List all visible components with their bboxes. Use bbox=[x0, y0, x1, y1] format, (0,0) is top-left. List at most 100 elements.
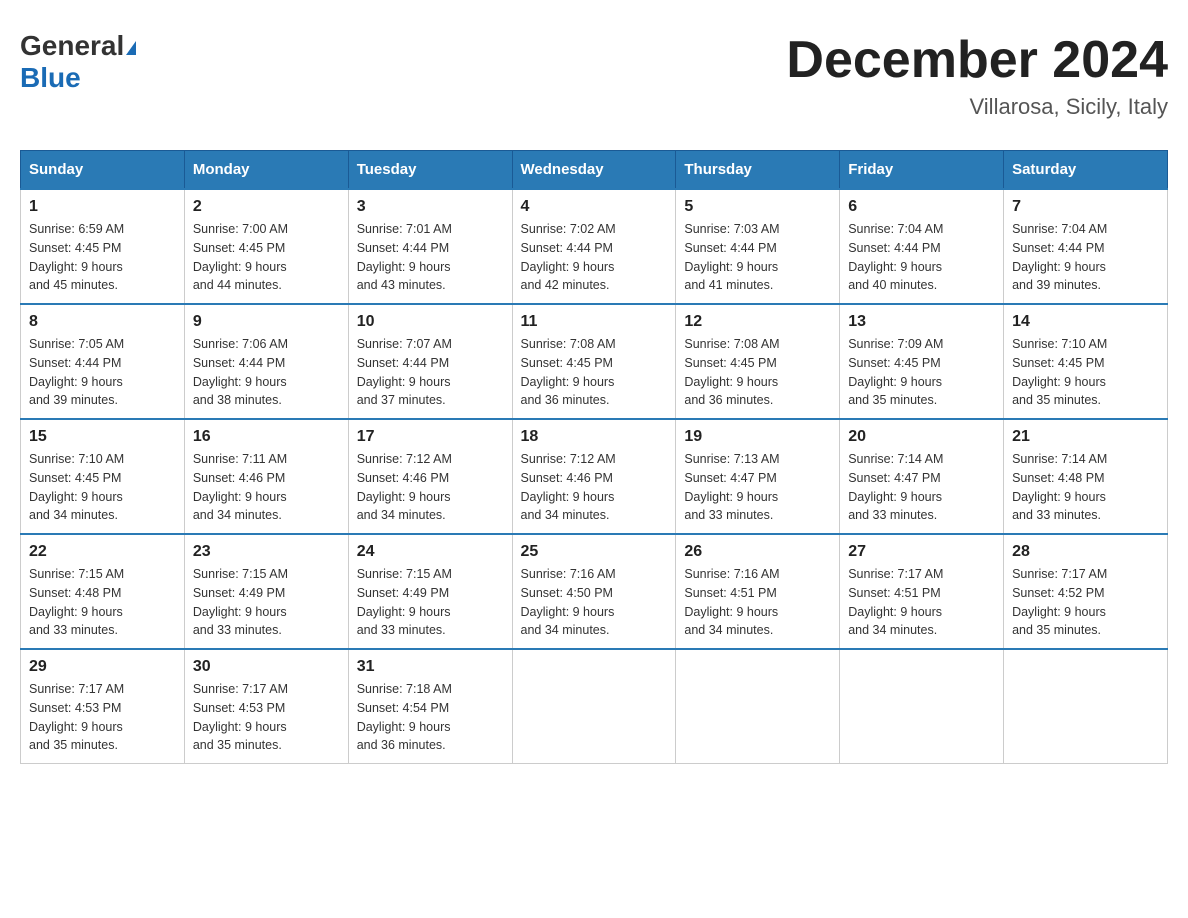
day-header-tuesday: Tuesday bbox=[348, 151, 512, 190]
day-number: 30 bbox=[193, 658, 340, 676]
calendar-cell bbox=[840, 649, 1004, 764]
calendar-cell: 19 Sunrise: 7:13 AM Sunset: 4:47 PM Dayl… bbox=[676, 419, 840, 534]
day-number: 17 bbox=[357, 428, 504, 446]
month-title: December 2024 bbox=[786, 30, 1168, 90]
day-info: Sunrise: 7:17 AM Sunset: 4:51 PM Dayligh… bbox=[848, 565, 995, 640]
day-info: Sunrise: 7:18 AM Sunset: 4:54 PM Dayligh… bbox=[357, 680, 504, 755]
day-number: 15 bbox=[29, 428, 176, 446]
day-number: 21 bbox=[1012, 428, 1159, 446]
day-info: Sunrise: 7:16 AM Sunset: 4:51 PM Dayligh… bbox=[684, 565, 831, 640]
day-info: Sunrise: 7:08 AM Sunset: 4:45 PM Dayligh… bbox=[521, 335, 668, 410]
day-number: 28 bbox=[1012, 543, 1159, 561]
calendar-table: SundayMondayTuesdayWednesdayThursdayFrid… bbox=[20, 150, 1168, 764]
day-info: Sunrise: 7:15 AM Sunset: 4:48 PM Dayligh… bbox=[29, 565, 176, 640]
day-number: 11 bbox=[521, 313, 668, 331]
day-info: Sunrise: 7:17 AM Sunset: 4:53 PM Dayligh… bbox=[29, 680, 176, 755]
day-info: Sunrise: 7:17 AM Sunset: 4:53 PM Dayligh… bbox=[193, 680, 340, 755]
calendar-cell: 3 Sunrise: 7:01 AM Sunset: 4:44 PM Dayli… bbox=[348, 189, 512, 304]
logo-general: General bbox=[20, 30, 124, 61]
day-info: Sunrise: 7:12 AM Sunset: 4:46 PM Dayligh… bbox=[357, 450, 504, 525]
calendar-week-2: 8 Sunrise: 7:05 AM Sunset: 4:44 PM Dayli… bbox=[21, 304, 1168, 419]
calendar-cell: 6 Sunrise: 7:04 AM Sunset: 4:44 PM Dayli… bbox=[840, 189, 1004, 304]
calendar-cell bbox=[676, 649, 840, 764]
logo-triangle-icon bbox=[126, 41, 136, 55]
calendar-week-1: 1 Sunrise: 6:59 AM Sunset: 4:45 PM Dayli… bbox=[21, 189, 1168, 304]
day-info: Sunrise: 7:09 AM Sunset: 4:45 PM Dayligh… bbox=[848, 335, 995, 410]
calendar-cell: 9 Sunrise: 7:06 AM Sunset: 4:44 PM Dayli… bbox=[184, 304, 348, 419]
day-number: 22 bbox=[29, 543, 176, 561]
calendar-cell: 20 Sunrise: 7:14 AM Sunset: 4:47 PM Dayl… bbox=[840, 419, 1004, 534]
calendar-cell: 22 Sunrise: 7:15 AM Sunset: 4:48 PM Dayl… bbox=[21, 534, 185, 649]
day-info: Sunrise: 7:14 AM Sunset: 4:47 PM Dayligh… bbox=[848, 450, 995, 525]
day-number: 8 bbox=[29, 313, 176, 331]
day-header-friday: Friday bbox=[840, 151, 1004, 190]
day-number: 5 bbox=[684, 198, 831, 216]
logo-blue: Blue bbox=[20, 62, 81, 93]
day-number: 25 bbox=[521, 543, 668, 561]
day-number: 14 bbox=[1012, 313, 1159, 331]
day-info: Sunrise: 7:17 AM Sunset: 4:52 PM Dayligh… bbox=[1012, 565, 1159, 640]
day-number: 29 bbox=[29, 658, 176, 676]
calendar-cell: 1 Sunrise: 6:59 AM Sunset: 4:45 PM Dayli… bbox=[21, 189, 185, 304]
title-section: December 2024 Villarosa, Sicily, Italy bbox=[786, 30, 1168, 120]
day-info: Sunrise: 7:13 AM Sunset: 4:47 PM Dayligh… bbox=[684, 450, 831, 525]
calendar-cell: 7 Sunrise: 7:04 AM Sunset: 4:44 PM Dayli… bbox=[1004, 189, 1168, 304]
calendar-week-4: 22 Sunrise: 7:15 AM Sunset: 4:48 PM Dayl… bbox=[21, 534, 1168, 649]
day-info: Sunrise: 7:12 AM Sunset: 4:46 PM Dayligh… bbox=[521, 450, 668, 525]
calendar-cell: 8 Sunrise: 7:05 AM Sunset: 4:44 PM Dayli… bbox=[21, 304, 185, 419]
calendar-cell: 31 Sunrise: 7:18 AM Sunset: 4:54 PM Dayl… bbox=[348, 649, 512, 764]
calendar-week-5: 29 Sunrise: 7:17 AM Sunset: 4:53 PM Dayl… bbox=[21, 649, 1168, 764]
day-number: 10 bbox=[357, 313, 504, 331]
calendar-week-3: 15 Sunrise: 7:10 AM Sunset: 4:45 PM Dayl… bbox=[21, 419, 1168, 534]
calendar-cell: 13 Sunrise: 7:09 AM Sunset: 4:45 PM Dayl… bbox=[840, 304, 1004, 419]
calendar-cell: 11 Sunrise: 7:08 AM Sunset: 4:45 PM Dayl… bbox=[512, 304, 676, 419]
location-text: Villarosa, Sicily, Italy bbox=[786, 94, 1168, 120]
day-info: Sunrise: 7:10 AM Sunset: 4:45 PM Dayligh… bbox=[29, 450, 176, 525]
calendar-cell bbox=[512, 649, 676, 764]
calendar-cell: 27 Sunrise: 7:17 AM Sunset: 4:51 PM Dayl… bbox=[840, 534, 1004, 649]
day-info: Sunrise: 7:10 AM Sunset: 4:45 PM Dayligh… bbox=[1012, 335, 1159, 410]
calendar-cell: 25 Sunrise: 7:16 AM Sunset: 4:50 PM Dayl… bbox=[512, 534, 676, 649]
calendar-cell: 24 Sunrise: 7:15 AM Sunset: 4:49 PM Dayl… bbox=[348, 534, 512, 649]
logo: General Blue bbox=[20, 30, 136, 94]
day-info: Sunrise: 7:06 AM Sunset: 4:44 PM Dayligh… bbox=[193, 335, 340, 410]
day-header-saturday: Saturday bbox=[1004, 151, 1168, 190]
day-number: 26 bbox=[684, 543, 831, 561]
day-info: Sunrise: 7:11 AM Sunset: 4:46 PM Dayligh… bbox=[193, 450, 340, 525]
calendar-cell: 5 Sunrise: 7:03 AM Sunset: 4:44 PM Dayli… bbox=[676, 189, 840, 304]
calendar-cell: 30 Sunrise: 7:17 AM Sunset: 4:53 PM Dayl… bbox=[184, 649, 348, 764]
calendar-cell: 14 Sunrise: 7:10 AM Sunset: 4:45 PM Dayl… bbox=[1004, 304, 1168, 419]
calendar-cell: 17 Sunrise: 7:12 AM Sunset: 4:46 PM Dayl… bbox=[348, 419, 512, 534]
calendar-cell: 23 Sunrise: 7:15 AM Sunset: 4:49 PM Dayl… bbox=[184, 534, 348, 649]
day-number: 2 bbox=[193, 198, 340, 216]
calendar-cell: 10 Sunrise: 7:07 AM Sunset: 4:44 PM Dayl… bbox=[348, 304, 512, 419]
calendar-cell: 26 Sunrise: 7:16 AM Sunset: 4:51 PM Dayl… bbox=[676, 534, 840, 649]
day-info: Sunrise: 7:00 AM Sunset: 4:45 PM Dayligh… bbox=[193, 220, 340, 295]
day-number: 4 bbox=[521, 198, 668, 216]
day-info: Sunrise: 7:14 AM Sunset: 4:48 PM Dayligh… bbox=[1012, 450, 1159, 525]
day-info: Sunrise: 7:08 AM Sunset: 4:45 PM Dayligh… bbox=[684, 335, 831, 410]
day-number: 24 bbox=[357, 543, 504, 561]
calendar-cell: 28 Sunrise: 7:17 AM Sunset: 4:52 PM Dayl… bbox=[1004, 534, 1168, 649]
day-number: 16 bbox=[193, 428, 340, 446]
calendar-cell: 4 Sunrise: 7:02 AM Sunset: 4:44 PM Dayli… bbox=[512, 189, 676, 304]
day-info: Sunrise: 7:16 AM Sunset: 4:50 PM Dayligh… bbox=[521, 565, 668, 640]
day-number: 13 bbox=[848, 313, 995, 331]
day-info: Sunrise: 6:59 AM Sunset: 4:45 PM Dayligh… bbox=[29, 220, 176, 295]
day-number: 9 bbox=[193, 313, 340, 331]
day-number: 1 bbox=[29, 198, 176, 216]
day-info: Sunrise: 7:04 AM Sunset: 4:44 PM Dayligh… bbox=[1012, 220, 1159, 295]
calendar-cell: 29 Sunrise: 7:17 AM Sunset: 4:53 PM Dayl… bbox=[21, 649, 185, 764]
calendar-cell: 21 Sunrise: 7:14 AM Sunset: 4:48 PM Dayl… bbox=[1004, 419, 1168, 534]
logo-text: General Blue bbox=[20, 30, 136, 94]
day-number: 23 bbox=[193, 543, 340, 561]
calendar-cell bbox=[1004, 649, 1168, 764]
day-number: 20 bbox=[848, 428, 995, 446]
calendar-cell: 18 Sunrise: 7:12 AM Sunset: 4:46 PM Dayl… bbox=[512, 419, 676, 534]
day-number: 19 bbox=[684, 428, 831, 446]
day-info: Sunrise: 7:05 AM Sunset: 4:44 PM Dayligh… bbox=[29, 335, 176, 410]
day-header-wednesday: Wednesday bbox=[512, 151, 676, 190]
page-header: General Blue December 2024 Villarosa, Si… bbox=[20, 20, 1168, 130]
day-info: Sunrise: 7:04 AM Sunset: 4:44 PM Dayligh… bbox=[848, 220, 995, 295]
day-number: 27 bbox=[848, 543, 995, 561]
